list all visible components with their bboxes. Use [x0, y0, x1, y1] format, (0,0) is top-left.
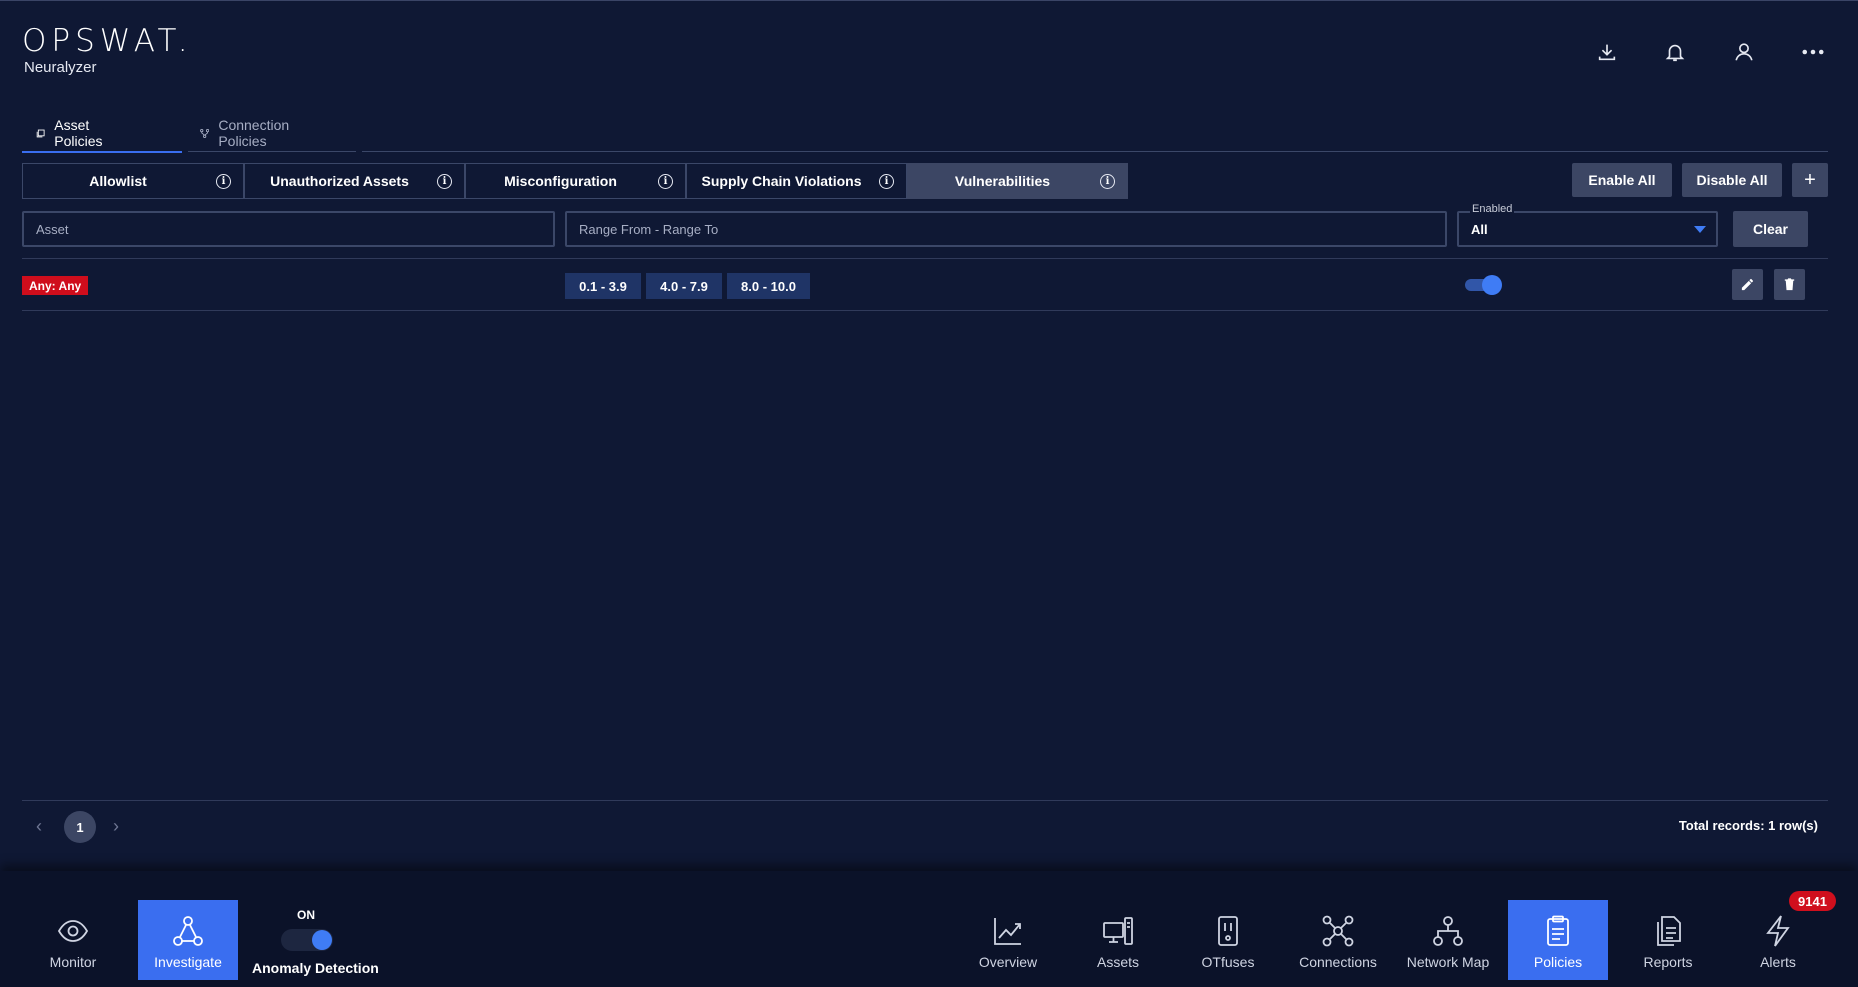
tab-misconfiguration[interactable]: Misconfiguration i: [465, 163, 686, 199]
toggle-knob: [1482, 275, 1502, 295]
tab-label: Unauthorized Assets: [270, 173, 409, 189]
info-icon[interactable]: i: [437, 174, 452, 189]
tab-vulnerabilities[interactable]: Vulnerabilities i: [907, 163, 1128, 199]
tab-asset-policies[interactable]: Asset Policies: [36, 113, 108, 153]
nav-label: Alerts: [1760, 954, 1796, 970]
tab-allowlist[interactable]: Allowlist i: [22, 163, 244, 199]
delete-button[interactable]: [1774, 269, 1805, 300]
info-icon[interactable]: i: [216, 174, 231, 189]
nav-label: Network Map: [1406, 954, 1490, 970]
nav-label: Assets: [1096, 954, 1139, 970]
asset-policies-icon: [36, 129, 45, 137]
prev-page-icon[interactable]: ‹: [36, 816, 42, 837]
nav-policies[interactable]: Policies: [1508, 900, 1608, 980]
tab-connection-policies[interactable]: Connection Policies: [200, 113, 295, 153]
range-filter-input[interactable]: Range From - Range To: [565, 211, 1447, 247]
tab-label: Asset Policies: [54, 117, 103, 149]
nav-label: Policies: [1533, 954, 1583, 970]
anomaly-label: Anomaly Detection: [252, 960, 379, 976]
clear-button[interactable]: Clear: [1733, 211, 1808, 247]
nav-overview[interactable]: Overview: [958, 900, 1058, 980]
nav-label: Monitor: [49, 954, 97, 970]
enable-all-button[interactable]: Enable All: [1572, 163, 1672, 197]
active-tab-indicator: [22, 151, 182, 153]
nav-assets[interactable]: Assets: [1068, 900, 1168, 980]
nav-investigate[interactable]: Investigate: [138, 900, 238, 980]
add-policy-button[interactable]: +: [1792, 163, 1828, 197]
download-icon[interactable]: [1594, 39, 1620, 65]
range-chip-medium: 4.0 - 7.9: [646, 273, 722, 299]
edit-button[interactable]: [1732, 269, 1763, 300]
tab-label: Allowlist: [89, 173, 147, 189]
disable-all-button[interactable]: Disable All: [1682, 163, 1782, 197]
total-records: Total records: 1 row(s): [1678, 818, 1818, 833]
alerts-count-badge: 9141: [1789, 891, 1836, 911]
enabled-select-value: All: [1471, 221, 1488, 237]
nav-label: Investigate: [154, 954, 222, 970]
network-icon: [1322, 915, 1354, 947]
range-chip-low: 0.1 - 3.9: [565, 273, 641, 299]
bottom-navigation: Monitor Investigate ON Anomaly Detection…: [0, 871, 1858, 987]
more-icon[interactable]: [1800, 39, 1826, 65]
user-icon[interactable]: [1731, 39, 1757, 65]
nav-monitor[interactable]: Monitor: [23, 900, 123, 980]
fuse-icon: [1218, 916, 1238, 946]
nav-label: OTfuses: [1201, 954, 1255, 970]
info-icon[interactable]: i: [658, 174, 673, 189]
enabled-select-label: Enabled: [1470, 203, 1515, 215]
tab-unauthorized-assets[interactable]: Unauthorized Assets i: [244, 163, 465, 199]
tab-underline: [188, 151, 356, 152]
nav-label: Reports: [1643, 954, 1693, 970]
nav-label: Overview: [978, 954, 1038, 970]
anomaly-state: ON: [297, 908, 315, 922]
nav-connections[interactable]: Connections: [1288, 900, 1388, 980]
info-icon[interactable]: i: [1100, 174, 1115, 189]
tab-label: Supply Chain Violations: [701, 173, 862, 189]
nav-network-map[interactable]: Network Map: [1398, 900, 1498, 980]
range-chip-high: 8.0 - 10.0: [727, 273, 810, 299]
clipboard-icon: [1547, 915, 1569, 946]
asset-badge: Any: Any: [22, 276, 89, 295]
info-icon[interactable]: i: [879, 174, 894, 189]
nav-otfuses[interactable]: OTfuses: [1178, 900, 1278, 980]
connection-policies-icon: [200, 128, 210, 138]
product-name: Neuralyzer: [24, 59, 97, 76]
asset-filter-input[interactable]: Asset: [22, 211, 555, 247]
hierarchy-icon: [173, 916, 203, 946]
tab-label: Vulnerabilities: [954, 173, 1051, 189]
next-page-icon[interactable]: ›: [113, 816, 119, 837]
anomaly-toggle-knob: [312, 930, 332, 950]
table-divider-bottom: [22, 310, 1828, 311]
bell-icon[interactable]: [1662, 39, 1688, 65]
opswat-logo: OPSWAT.: [22, 23, 193, 59]
eye-icon: [57, 920, 89, 942]
tabs-divider: [362, 151, 1828, 152]
bolt-icon: [1766, 915, 1790, 947]
chart-icon: [994, 918, 1021, 945]
nav-reports[interactable]: Reports: [1618, 900, 1718, 980]
table-divider-top: [22, 258, 1828, 259]
page-number[interactable]: 1: [64, 811, 96, 843]
map-icon: [1433, 916, 1463, 946]
enabled-select[interactable]: All: [1457, 211, 1718, 247]
reports-icon: [1657, 916, 1681, 946]
devices-icon: [1103, 917, 1133, 945]
pencil-icon: [1741, 278, 1754, 291]
tab-label: Misconfiguration: [504, 173, 617, 189]
dropdown-caret-icon: [1694, 226, 1706, 233]
trash-icon: [1784, 278, 1795, 291]
nav-alerts[interactable]: Alerts: [1728, 900, 1828, 980]
tab-supply-chain-violations[interactable]: Supply Chain Violations i: [686, 163, 907, 199]
tab-label: Connection Policies: [218, 117, 290, 149]
pagination-divider: [22, 800, 1828, 801]
nav-label: Connections: [1299, 954, 1377, 970]
